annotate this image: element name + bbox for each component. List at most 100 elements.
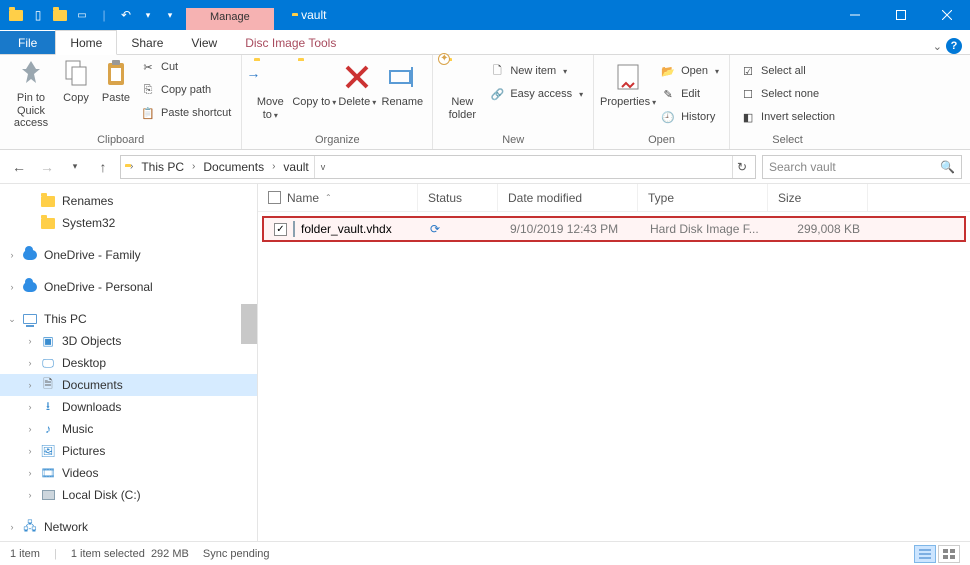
help-icon[interactable]: ?	[946, 38, 962, 54]
collapse-ribbon-icon[interactable]: ⌄	[933, 40, 942, 53]
expand-icon[interactable]: ›	[6, 522, 18, 532]
tree-item-3d-objects[interactable]: ›▣3D Objects	[0, 330, 257, 352]
file-list[interactable]: Name⌃ Status Date modified Type Size ✓ f…	[258, 184, 970, 541]
properties-button[interactable]: Properties▾	[600, 59, 656, 111]
copy-to-button[interactable]: Copy to▾	[292, 59, 336, 111]
row-checkbox[interactable]: ✓	[274, 223, 287, 236]
tree-item-local-disk[interactable]: ›Local Disk (C:)	[0, 484, 257, 506]
open-button[interactable]: 📂Open▾	[660, 61, 719, 81]
tree-item-music[interactable]: ›♪Music	[0, 418, 257, 440]
address-bar[interactable]: › This PC › Documents › vault v ↻	[120, 155, 756, 179]
back-button[interactable]: ←	[8, 156, 30, 178]
open-icon: 📂	[660, 63, 676, 79]
minimize-button[interactable]	[832, 0, 878, 30]
thumbnails-view-button[interactable]	[938, 545, 960, 563]
window-title: vault	[274, 8, 345, 22]
tree-item-downloads[interactable]: ›⭳Downloads	[0, 396, 257, 418]
paste-button[interactable]: Paste	[96, 55, 136, 107]
folder-icon	[40, 193, 56, 209]
chevron-right-icon[interactable]: ›	[189, 161, 198, 172]
qat-item[interactable]: ▭	[74, 7, 90, 23]
recent-locations-button[interactable]: ▾	[64, 156, 86, 178]
qat-overflow[interactable]: ▾	[162, 7, 178, 23]
paste-icon	[100, 57, 132, 89]
column-size[interactable]: Size	[768, 184, 868, 211]
qat-item[interactable]: ▯	[30, 7, 46, 23]
title-bar: ▯ ▭ | ↶ ▾ ▾ Manage vault	[0, 0, 970, 30]
tree-item-onedrive-personal[interactable]: ›OneDrive - Personal	[0, 276, 257, 298]
history-icon: 🕘	[660, 109, 676, 125]
expand-icon[interactable]: ›	[24, 468, 36, 478]
select-all-button[interactable]: ☑Select all	[740, 61, 835, 81]
tree-item-desktop[interactable]: ›🖵Desktop	[0, 352, 257, 374]
expand-icon[interactable]: ›	[24, 424, 36, 434]
file-row[interactable]: ✓ folder_vault.vhdx ⟳ 9/10/2019 12:43 PM…	[262, 216, 966, 242]
tree-item-system32[interactable]: System32	[0, 212, 257, 234]
paste-shortcut-button[interactable]: 📋Paste shortcut	[140, 103, 231, 123]
close-button[interactable]	[924, 0, 970, 30]
copy-path-button[interactable]: ⎘Copy path	[140, 80, 231, 100]
tree-item-videos[interactable]: ›🎞Videos	[0, 462, 257, 484]
breadcrumb-segment[interactable]: Documents	[200, 160, 267, 174]
tree-item-onedrive-family[interactable]: ›OneDrive - Family	[0, 244, 257, 266]
forward-button[interactable]: →	[36, 156, 58, 178]
tree-item-renames[interactable]: Renames	[0, 190, 257, 212]
column-status[interactable]: Status	[418, 184, 498, 211]
new-item-button[interactable]: 🗋New item▾	[489, 61, 583, 81]
column-date[interactable]: Date modified	[498, 184, 638, 211]
breadcrumb-segment[interactable]: vault	[280, 160, 311, 174]
expand-icon[interactable]: ›	[24, 358, 36, 368]
delete-button[interactable]: Delete▾	[336, 59, 378, 111]
status-item-count: 1 item	[10, 548, 40, 560]
rename-button[interactable]: Rename	[378, 59, 426, 111]
column-name[interactable]: Name⌃	[258, 184, 418, 211]
tree-item-network[interactable]: ›🖧Network	[0, 516, 257, 538]
qat-undo-icon[interactable]: ↶	[118, 7, 134, 23]
chevron-right-icon[interactable]: ›	[269, 161, 278, 172]
expand-icon[interactable]: ›	[24, 490, 36, 500]
move-to-icon: →	[254, 61, 286, 93]
expand-icon[interactable]: ›	[24, 446, 36, 456]
up-button[interactable]: ↑	[92, 156, 114, 178]
maximize-button[interactable]	[878, 0, 924, 30]
search-box[interactable]: Search vault 🔍	[762, 155, 962, 179]
videos-icon: 🎞	[40, 465, 56, 481]
search-icon[interactable]: 🔍	[940, 160, 955, 174]
tab-home[interactable]: Home	[55, 30, 117, 55]
tab-disc-image-tools[interactable]: Disc Image Tools	[231, 31, 350, 54]
address-dropdown-icon[interactable]: v	[314, 156, 332, 178]
breadcrumb-segment[interactable]: This PC	[138, 160, 187, 174]
file-name: folder_vault.vhdx	[301, 222, 392, 236]
select-all-checkbox[interactable]	[268, 191, 281, 204]
contextual-tab-label: Manage	[186, 8, 274, 30]
quick-access-toolbar: ▯ ▭ | ↶ ▾ ▾	[0, 7, 186, 23]
move-to-button[interactable]: → Move to▾	[248, 59, 292, 123]
history-button[interactable]: 🕘History	[660, 107, 719, 127]
column-type[interactable]: Type	[638, 184, 768, 211]
tree-item-documents[interactable]: ›🗎Documents	[0, 374, 257, 396]
new-folder-button[interactable]: ✦ New folder	[439, 59, 485, 123]
pin-to-quick-access-button[interactable]: Pin to Quick access	[6, 55, 56, 132]
cut-button[interactable]: ✂Cut	[140, 57, 231, 77]
expand-icon[interactable]: ›	[6, 282, 18, 292]
tree-item-this-pc[interactable]: ⌄This PC	[0, 308, 257, 330]
rename-icon	[386, 61, 418, 93]
details-view-button[interactable]	[914, 545, 936, 563]
select-none-button[interactable]: ☐Select none	[740, 84, 835, 104]
qat-separator: |	[96, 7, 112, 23]
easy-access-button[interactable]: 🔗Easy access▾	[489, 84, 583, 104]
edit-button[interactable]: ✎Edit	[660, 84, 719, 104]
navigation-pane[interactable]: Renames System32 ›OneDrive - Family ›One…	[0, 184, 258, 541]
qat-item[interactable]	[52, 7, 68, 23]
chevron-right-icon[interactable]: ›	[127, 161, 136, 172]
refresh-button[interactable]: ↻	[732, 156, 751, 178]
collapse-icon[interactable]: ⌄	[6, 314, 18, 325]
expand-icon[interactable]: ›	[24, 336, 36, 346]
expand-icon[interactable]: ›	[24, 380, 36, 390]
qat-dropdown-icon[interactable]: ▾	[140, 7, 156, 23]
copy-button[interactable]: Copy	[56, 55, 96, 107]
expand-icon[interactable]: ›	[6, 250, 18, 260]
expand-icon[interactable]: ›	[24, 402, 36, 412]
tree-item-pictures[interactable]: ›🖼Pictures	[0, 440, 257, 462]
invert-selection-button[interactable]: ◧Invert selection	[740, 107, 835, 127]
